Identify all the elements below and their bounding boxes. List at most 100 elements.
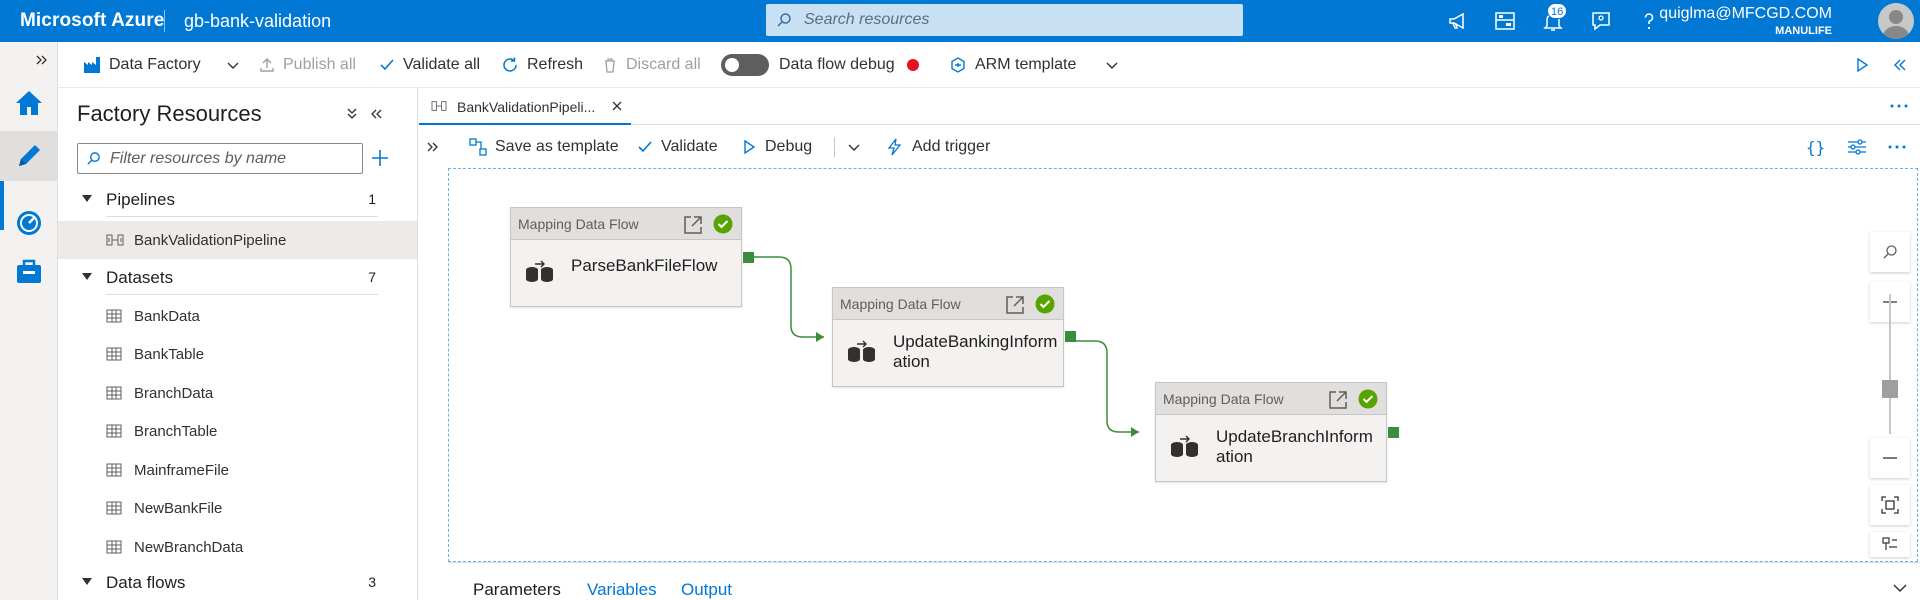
factory-name[interactable]: gb-bank-validation: [184, 11, 331, 32]
section-label: Pipelines: [106, 190, 175, 209]
manage-nav-item[interactable]: [0, 246, 57, 296]
output-port[interactable]: [1388, 427, 1399, 438]
tree-item-label: BankValidationPipeline: [134, 232, 287, 249]
auto-align-button[interactable]: [1870, 532, 1910, 557]
discard-all-button[interactable]: Discard all: [602, 42, 701, 88]
tree-item-pipeline[interactable]: BankValidationPipeline: [58, 221, 417, 259]
toggle-activities-icon[interactable]: [426, 126, 448, 168]
search-input[interactable]: [802, 4, 1232, 36]
activity-header: Mapping Data Flow: [833, 288, 1063, 320]
chevron-down-icon[interactable]: [847, 126, 869, 168]
expand-rail-button[interactable]: [0, 42, 57, 78]
pipeline-icon: [431, 99, 447, 113]
refresh-button[interactable]: Refresh: [501, 42, 583, 88]
home-nav-item[interactable]: [0, 78, 57, 128]
run-play-icon[interactable]: [1854, 42, 1878, 88]
checkmark-icon: [637, 139, 661, 155]
arm-template-label: ARM template: [975, 56, 1077, 73]
output-port[interactable]: [743, 252, 754, 263]
fit-screen-icon: [1881, 496, 1899, 514]
chevron-down-icon[interactable]: [1892, 581, 1908, 595]
activity-name: UpdateBankingInformation: [893, 332, 1058, 371]
properties-sliders-icon[interactable]: [1847, 126, 1875, 168]
data-flow-debug-label: Data flow debug: [779, 56, 895, 73]
user-tenant: MANULIFE: [1775, 25, 1832, 37]
save-as-template-button[interactable]: Save as template: [469, 126, 619, 168]
feedback-icon[interactable]: [1589, 9, 1613, 33]
debug-button[interactable]: Debug: [741, 126, 812, 168]
tree-item-dataset[interactable]: BankData: [58, 297, 417, 335]
tree-item-label: BankData: [134, 308, 200, 325]
data-flow-debug-toggle[interactable]: Data flow debug: [721, 42, 919, 88]
user-email[interactable]: quiglma@MFCGD.COM: [1659, 5, 1832, 23]
output-port[interactable]: [1065, 331, 1076, 342]
validate-button[interactable]: Validate: [637, 126, 718, 168]
add-trigger-button[interactable]: Add trigger: [886, 126, 990, 168]
azure-brand[interactable]: Microsoft Azure: [20, 10, 164, 32]
refresh-icon: [501, 56, 527, 74]
tree-item-dataset[interactable]: BranchTable: [58, 412, 417, 450]
tree-item-dataset[interactable]: NewBranchData: [58, 528, 417, 566]
tree-section-data-flows[interactable]: Data flows 3: [58, 566, 398, 600]
open-external-icon[interactable]: [682, 214, 704, 236]
debug-toggle-switch[interactable]: [721, 54, 769, 76]
feedback-megaphone-icon[interactable]: [1446, 9, 1470, 33]
tree-section-datasets[interactable]: Datasets 7: [58, 261, 398, 295]
notification-count-badge: 16: [1547, 3, 1568, 19]
filter-box[interactable]: [77, 143, 363, 174]
help-question-icon[interactable]: [1637, 9, 1661, 33]
tree-item-dataset[interactable]: MainframeFile: [58, 451, 417, 489]
activity-header: Mapping Data Flow: [511, 208, 741, 240]
tab-output[interactable]: Output: [681, 580, 732, 600]
tab-variables[interactable]: Variables: [587, 580, 657, 600]
pipeline-canvas[interactable]: Mapping Data Flow ParseBankFileFlow Mapp…: [448, 168, 1918, 562]
table-icon: [106, 308, 122, 324]
tab-pipeline[interactable]: BankValidationPipeli...: [419, 88, 631, 125]
publish-all-button[interactable]: Publish all: [259, 42, 356, 88]
open-external-icon[interactable]: [1004, 294, 1026, 316]
monitor-nav-item[interactable]: [0, 198, 57, 248]
avatar[interactable]: [1878, 3, 1914, 39]
more-ellipsis-icon[interactable]: [1889, 98, 1909, 114]
author-nav-item[interactable]: [0, 131, 57, 181]
arm-template-menu[interactable]: ARM template: [949, 42, 1076, 88]
validate-all-button[interactable]: Validate all: [379, 42, 480, 88]
open-external-icon[interactable]: [1327, 389, 1349, 411]
data-flow-icon: [1170, 435, 1200, 457]
bottom-properties-panel: Parameters Variables Output: [448, 562, 1920, 600]
directory-subscription-icon[interactable]: [1493, 9, 1517, 33]
fit-to-screen-button[interactable]: [1870, 485, 1910, 525]
close-icon[interactable]: [611, 100, 623, 112]
collapse-panel-icon[interactable]: [1892, 42, 1916, 88]
code-braces-icon[interactable]: {}: [1806, 126, 1825, 168]
tree-item-dataset[interactable]: NewBankFile: [58, 489, 417, 527]
trash-icon: [602, 57, 626, 73]
tab-parameters[interactable]: Parameters: [473, 580, 561, 600]
template-icon: [469, 138, 495, 156]
activity-parse-bank-file-flow[interactable]: Mapping Data Flow ParseBankFileFlow: [510, 207, 754, 307]
more-ellipsis-icon[interactable]: [1887, 126, 1915, 168]
header-divider: [164, 10, 165, 32]
filter-resources-input[interactable]: [108, 144, 358, 173]
section-count: 1: [368, 191, 376, 207]
activity-update-banking-information[interactable]: Mapping Data Flow UpdateBankingInformati…: [832, 287, 1076, 387]
zoom-slider-thumb[interactable]: [1882, 380, 1898, 398]
tree-item-dataset[interactable]: BranchData: [58, 374, 417, 412]
canvas-search-button[interactable]: [1870, 232, 1910, 272]
activity-update-branch-information[interactable]: Mapping Data Flow UpdateBranchInformatio…: [1155, 382, 1399, 482]
add-resource-plus-icon[interactable]: [370, 148, 390, 168]
zoom-slider-track[interactable]: [1889, 294, 1891, 434]
hide-panel-icon[interactable]: [369, 107, 383, 121]
tree-section-pipelines[interactable]: Pipelines 1: [58, 183, 398, 217]
tree-item-dataset[interactable]: BankTable: [58, 335, 417, 373]
chevron-down-icon[interactable]: [1105, 42, 1127, 88]
search-icon: [86, 151, 101, 166]
zoom-out-button[interactable]: [1870, 438, 1910, 478]
search-box[interactable]: [766, 4, 1243, 36]
collapse-all-icon[interactable]: [345, 107, 359, 121]
factory-resources-panel: Factory Resources Pipelines 1 BankValida…: [58, 88, 418, 600]
tree-item-label: NewBankFile: [134, 500, 223, 517]
lightning-icon: [886, 138, 912, 156]
data-factory-menu[interactable]: Data Factory: [83, 42, 201, 88]
chevron-down-icon[interactable]: [226, 42, 248, 88]
